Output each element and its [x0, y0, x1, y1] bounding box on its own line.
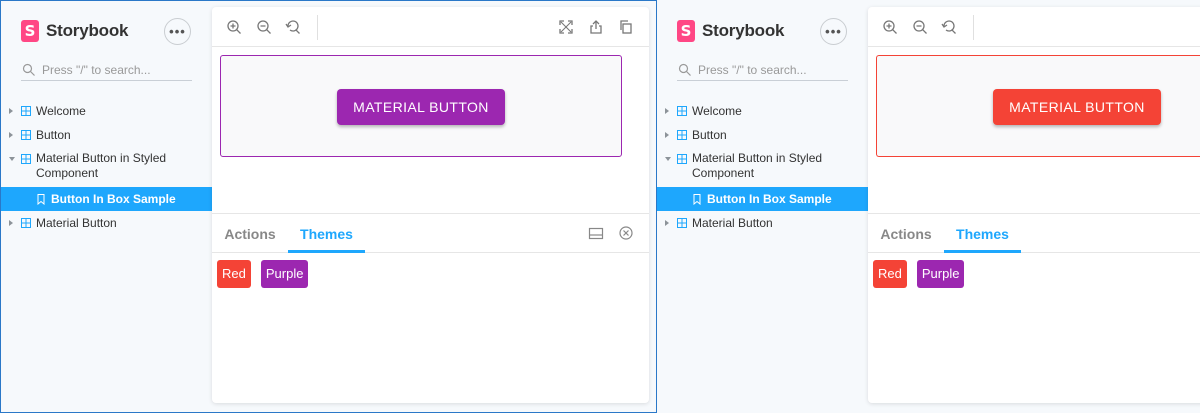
zoom-out-icon[interactable]	[256, 19, 272, 35]
search-input[interactable]: Press "/" to search...	[677, 59, 848, 81]
tree-item-material-button-in-styled-component[interactable]: Material Button in Styled Component	[657, 147, 868, 187]
search-icon	[678, 63, 691, 76]
search-icon	[22, 63, 35, 76]
toolbar-separator	[317, 15, 318, 40]
caret-down-icon	[665, 157, 671, 161]
brand[interactable]: S Storybook	[677, 20, 784, 42]
material-button[interactable]: MATERIAL BUTTON	[993, 89, 1161, 125]
panel-orientation-icon[interactable]	[588, 225, 604, 241]
fullscreen-icon[interactable]	[558, 19, 574, 35]
toolbar-separator	[973, 15, 974, 40]
preview-toolbar	[868, 7, 1200, 47]
copy-icon[interactable]	[618, 19, 634, 35]
search-input[interactable]: Press "/" to search...	[21, 59, 192, 81]
component-icon	[21, 130, 31, 140]
tree-item-button-in-box-sample[interactable]: Button In Box Sample	[657, 187, 868, 211]
tree-item-material-button[interactable]: Material Button	[1, 211, 212, 235]
theme-button-red[interactable]: Red	[873, 260, 907, 288]
tree-item-welcome[interactable]: Welcome	[1, 99, 212, 123]
search-placeholder: Press "/" to search...	[698, 62, 807, 77]
addons-panel-tabs: Actions Themes	[212, 213, 649, 253]
zoom-reset-icon[interactable]	[941, 19, 957, 35]
zoom-reset-icon[interactable]	[285, 19, 301, 35]
preview-toolbar	[212, 7, 649, 47]
tab-actions[interactable]: Actions	[218, 214, 282, 253]
preview-panel: MATERIAL BUTTON Actions Themes Red Purpl…	[868, 7, 1200, 403]
component-icon	[677, 130, 687, 140]
component-icon	[21, 106, 31, 116]
tree-item-button-in-box-sample[interactable]: Button In Box Sample	[1, 187, 212, 211]
theme-button-red[interactable]: Red	[217, 260, 251, 288]
theme-button-purple[interactable]: Purple	[260, 260, 309, 288]
theme-switcher: Red Purple	[217, 260, 318, 288]
storybook-logo-icon: S	[21, 20, 39, 42]
brand-name: Storybook	[46, 21, 129, 40]
theme-switcher: Red Purple	[873, 260, 974, 288]
zoom-in-icon[interactable]	[226, 19, 242, 35]
storybook-logo-icon: S	[677, 20, 695, 42]
caret-down-icon	[9, 157, 15, 161]
tab-themes[interactable]: Themes	[288, 214, 365, 253]
caret-right-icon	[9, 220, 13, 226]
close-panel-icon[interactable]	[618, 225, 634, 241]
addons-panel-tabs: Actions Themes	[868, 213, 1200, 253]
story-canvas-box: MATERIAL BUTTON	[220, 55, 622, 157]
component-icon	[677, 106, 687, 116]
component-icon	[677, 218, 687, 228]
preview-panel: MATERIAL BUTTON Actions Themes Red Purpl…	[212, 7, 649, 403]
component-icon	[677, 154, 687, 164]
tab-actions[interactable]: Actions	[874, 214, 938, 253]
bookmark-icon	[693, 193, 701, 205]
storybook-window-red: S Storybook ••• Press "/" to search... W…	[657, 0, 1200, 413]
caret-right-icon	[665, 220, 669, 226]
component-icon	[21, 218, 31, 228]
brand[interactable]: S Storybook	[21, 20, 128, 42]
component-icon	[21, 154, 31, 164]
sidebar-menu-button[interactable]: •••	[820, 18, 847, 45]
storybook-window-purple: S Storybook ••• Press "/" to search... W…	[0, 0, 657, 413]
search-placeholder: Press "/" to search...	[42, 62, 151, 77]
caret-right-icon	[665, 108, 669, 114]
tree-item-material-button-in-styled-component[interactable]: Material Button in Styled Component	[1, 147, 212, 187]
tree-item-welcome[interactable]: Welcome	[657, 99, 868, 123]
tree-item-material-button[interactable]: Material Button	[657, 211, 868, 235]
theme-button-purple[interactable]: Purple	[916, 260, 965, 288]
story-tree: Welcome Button Material Button in Styled…	[657, 99, 868, 235]
story-tree: Welcome Button Material Button in Styled…	[1, 99, 212, 235]
caret-right-icon	[665, 132, 669, 138]
zoom-in-icon[interactable]	[882, 19, 898, 35]
share-icon[interactable]	[588, 19, 604, 35]
sidebar-menu-button[interactable]: •••	[164, 18, 191, 45]
story-canvas-box: MATERIAL BUTTON	[876, 55, 1200, 157]
sidebar: S Storybook ••• Press "/" to search... W…	[657, 0, 868, 413]
bookmark-icon	[37, 193, 45, 205]
tab-themes[interactable]: Themes	[944, 214, 1021, 253]
material-button[interactable]: MATERIAL BUTTON	[337, 89, 505, 125]
tree-item-button[interactable]: Button	[1, 123, 212, 147]
caret-right-icon	[9, 132, 13, 138]
zoom-out-icon[interactable]	[912, 19, 928, 35]
brand-name: Storybook	[702, 21, 785, 40]
tree-item-button[interactable]: Button	[657, 123, 868, 147]
sidebar: S Storybook ••• Press "/" to search... W…	[1, 1, 212, 412]
caret-right-icon	[9, 108, 13, 114]
